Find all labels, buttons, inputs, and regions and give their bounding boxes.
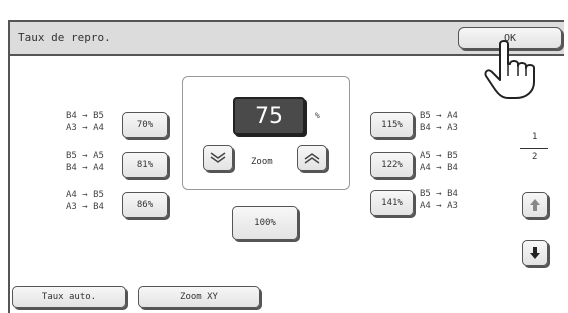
preset-line: B4 → A3: [420, 123, 458, 133]
preset-100-button[interactable]: 100%: [232, 206, 298, 240]
preset-line: B4 → B5: [66, 111, 104, 121]
preset-line: B5 → B4: [420, 189, 458, 199]
preset-label-141: B5 → B4 A4 → A3: [420, 188, 458, 212]
preset-line: A3 → A4: [66, 123, 104, 133]
page-total: 2: [532, 152, 538, 162]
preset-line: A4 → B4: [420, 163, 458, 173]
zoom-increase-button[interactable]: [297, 145, 327, 171]
chevron-down-double-icon: [210, 152, 226, 163]
preset-label-86: A4 → B5 A3 → B4: [66, 189, 104, 213]
page-current: 1: [532, 132, 538, 142]
preset-70-button[interactable]: 70%: [122, 112, 168, 138]
preset-label-122: A5 → B5 A4 → B4: [420, 150, 458, 174]
chevron-up-double-icon: [304, 153, 320, 164]
preset-line: B5 → A4: [420, 111, 458, 121]
preset-line: A5 → B5: [420, 151, 458, 161]
preset-line: A3 → B4: [66, 202, 104, 212]
percent-unit: %: [315, 111, 320, 120]
preset-line: B4 → A4: [66, 163, 104, 173]
zoom-decrease-button[interactable]: [203, 145, 233, 171]
zoom-value-display: 75: [233, 97, 305, 135]
preset-label-70: B4 → B5 A3 → A4: [66, 110, 104, 134]
preset-81-button[interactable]: 81%: [122, 152, 168, 178]
page-divider: [520, 148, 548, 149]
hand-pointer-icon: [484, 40, 535, 99]
zoom-label: Zoom: [251, 157, 273, 167]
preset-141-button[interactable]: 141%: [370, 190, 414, 216]
arrow-up-icon: [530, 199, 540, 211]
preset-115-button[interactable]: 115%: [370, 112, 414, 138]
scroll-down-button[interactable]: [522, 240, 548, 266]
preset-line: A4 → B5: [66, 190, 104, 200]
page-title: Taux de repro.: [18, 31, 111, 44]
preset-label-115: B5 → A4 B4 → A3: [420, 110, 458, 134]
zoom-panel: 75 % Zoom: [182, 76, 350, 190]
scroll-up-button[interactable]: [522, 192, 548, 218]
preset-122-button[interactable]: 122%: [370, 152, 414, 178]
preset-label-81: B5 → A5 B4 → A4: [66, 150, 104, 174]
preset-line: B5 → A5: [66, 151, 104, 161]
arrow-down-icon: [530, 247, 540, 259]
zoom-xy-button[interactable]: Zoom XY: [138, 286, 260, 308]
preset-line: A4 → A3: [420, 201, 458, 211]
auto-ratio-button[interactable]: Taux auto.: [12, 286, 126, 308]
preset-86-button[interactable]: 86%: [122, 192, 168, 218]
